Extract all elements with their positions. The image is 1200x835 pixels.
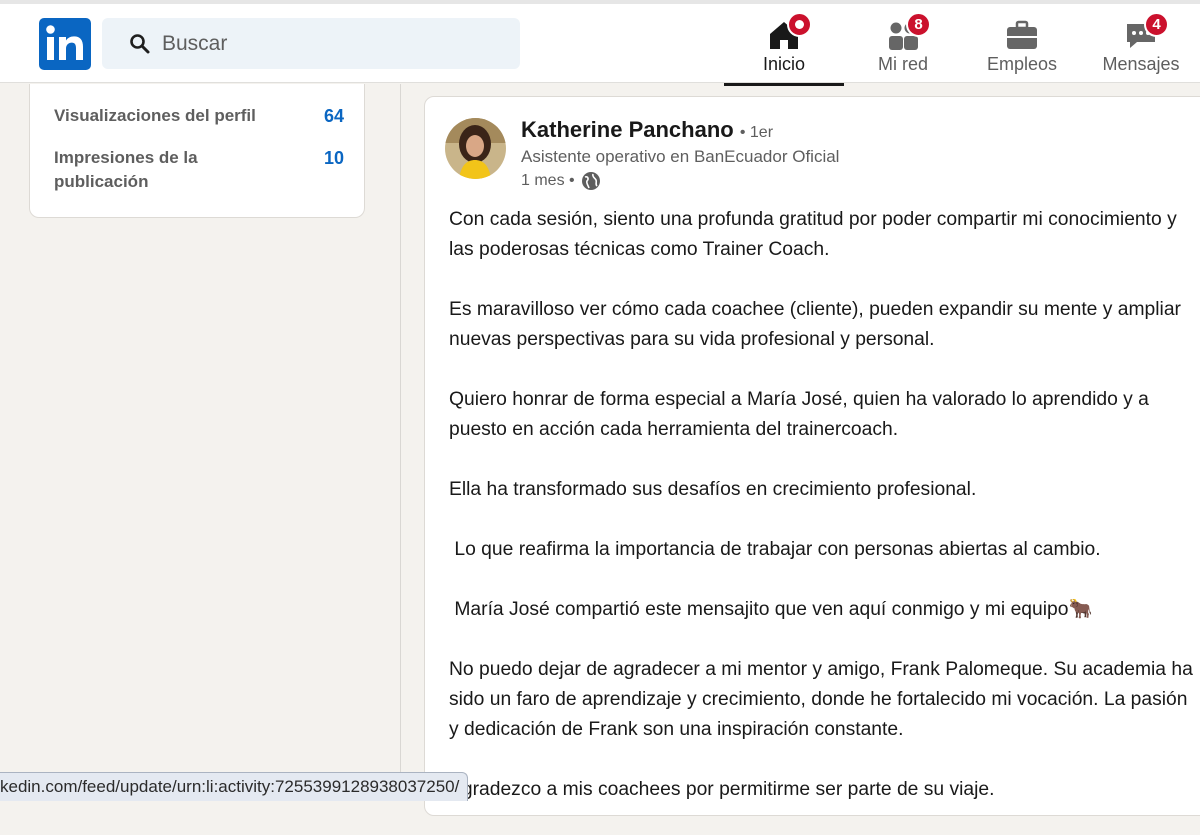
top-navigation-bar: Inicio 8 Mi red Empleos xyxy=(0,0,1200,86)
post-paragraph: No puedo dejar de agradecer a mi mentor … xyxy=(449,659,1199,740)
post-paragraph: Con cada sesión, siento una profunda gra… xyxy=(449,209,1183,260)
globe-icon xyxy=(581,172,600,190)
stat-label: Impresiones de la publicación xyxy=(54,148,198,191)
post-paragraph: Lo que reafirma la importancia de trabaj… xyxy=(449,539,1101,560)
stat-label: Visualizaciones del perfil xyxy=(54,106,256,125)
post-paragraph: Es maravilloso ver cómo cada coachee (cl… xyxy=(449,299,1187,350)
connection-degree: • 1er xyxy=(739,124,774,141)
post-timestamp: 1 mes • xyxy=(521,171,601,191)
author-name[interactable]: Katherine Panchano • 1er xyxy=(521,117,773,143)
linkedin-logo[interactable] xyxy=(39,18,91,70)
post-time-text: 1 mes • xyxy=(521,172,575,189)
author-name-text: Katherine Panchano xyxy=(521,117,734,142)
author-avatar[interactable] xyxy=(445,118,506,179)
post-paragraph: Quiero honrar de forma especial a María … xyxy=(449,389,1155,440)
stat-post-impressions[interactable]: Impresiones de la publicación 10 xyxy=(54,146,344,194)
stat-value: 10 xyxy=(323,148,344,168)
nav-item-label: Mensajes xyxy=(1102,54,1180,74)
feed-post: Katherine Panchano • 1er Asistente opera… xyxy=(424,96,1200,816)
search-input[interactable] xyxy=(162,23,492,64)
author-headline: Asistente operativo en BanEcuador Oficia… xyxy=(521,147,840,166)
browser-status-url: kedin.com/feed/update/urn:li:activity:72… xyxy=(0,772,469,801)
nav-item-messaging[interactable]: 4 Mensajes xyxy=(1081,4,1200,86)
post-text: Con cada sesión, siento una profunda gra… xyxy=(449,205,1199,835)
nav-item-label: Inicio xyxy=(762,54,806,74)
search-bar[interactable] xyxy=(102,18,520,69)
nav-item-label: Empleos xyxy=(986,54,1058,74)
notification-dot xyxy=(787,12,812,37)
notification-count-badge: 4 xyxy=(1144,12,1169,37)
profile-stats-card: Visualizaciones del perfil 64 Impresione… xyxy=(29,84,365,218)
notification-count-badge: 8 xyxy=(906,12,931,37)
post-paragraph: Ella ha transformado sus desafíos en cre… xyxy=(449,479,977,500)
linkedin-logo-icon xyxy=(46,25,83,60)
post-paragraph: María José compartió este mensajito que … xyxy=(449,599,1093,620)
stat-value: 64 xyxy=(323,106,344,126)
stat-profile-views[interactable]: Visualizaciones del perfil 64 xyxy=(54,104,344,128)
briefcase-icon xyxy=(1007,20,1037,49)
nav-item-label: Mi red xyxy=(877,54,928,74)
avatar-photo xyxy=(445,118,506,179)
column-divider xyxy=(400,84,401,801)
search-icon xyxy=(130,33,150,53)
nav-item-my-network[interactable]: 8 Mi red xyxy=(843,4,963,86)
nav-item-home[interactable]: Inicio xyxy=(724,4,844,86)
nav-item-jobs[interactable]: Empleos xyxy=(962,4,1082,86)
